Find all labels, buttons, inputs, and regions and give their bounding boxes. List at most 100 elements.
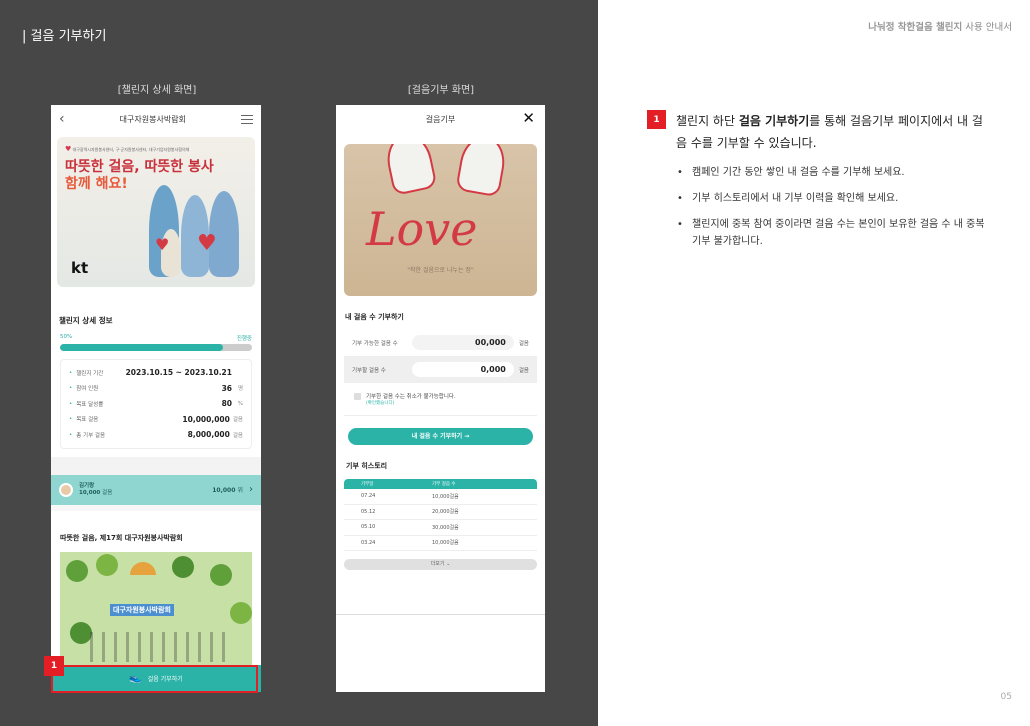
confirm-checkbox-row[interactable]: 기부한 걸음 수는 취소가 불가능합니다. (확인했습니다) [344,383,537,416]
bullet-dot-icon: • [69,400,73,407]
brand-bold: 나눠정 착한걸음 챌린지 [868,22,963,33]
info-value: 8,000,000 [187,430,230,440]
image-caption: "착한 걸음으로 나누는 정" [407,267,474,274]
section-divider [51,504,261,511]
guide-bullets: 캠페인 기간 동안 쌓인 내 걸음 수를 기부해 보세요. 기부 히스토리에서 … [677,164,987,259]
donate-section-title: 내 걸음 수 기부하기 [345,313,404,321]
info-row: • 참여 인원 36 명 [69,381,243,397]
available-steps-value: 00,000 [412,335,514,350]
available-steps-row: 기부 가능한 걸음 수 00,000 걸음 [344,329,537,356]
progress-fill [60,344,224,351]
donate-input-unit: 걸음 [518,367,529,374]
table-row: 05.10 30,000걸음 [344,520,537,536]
info-row: • 총 기부 걸음 8,000,000 걸음 [69,427,243,443]
history-col-date: 기부일 [361,482,374,487]
info-label: 참여 인원 [76,386,99,393]
banner-line2: 함께 해요! [65,176,128,192]
banner-org: ♥ 대구광역시자원봉사센터, 구·군자원봉사센터, 대구기업자원봉사협의체 [65,145,190,153]
page-number: 05 [1000,692,1012,702]
caption-donate: [걸음기부 화면] [407,85,475,96]
tree-illustration [70,621,92,644]
love-lace-illustration: Love [366,202,478,256]
more-button[interactable]: 더보기 ⌄ [344,559,537,570]
info-value: 80 [221,399,232,409]
progress-percent: 50% [60,334,73,340]
info-value: 36 [221,383,232,393]
caption-challenge: [챌린지 상세 화면] [117,85,197,96]
header-title: 대구자원봉사박람회 [119,114,186,124]
info-unit: 명 [237,386,243,393]
detail-section-title: 챌린지 상세 정보 [59,316,113,325]
list-item: 챌린지에 중복 참여 중이라면 걸음 수는 본인이 보유한 걸음 수 내 중복 … [677,216,987,250]
umbrella-icon [130,561,156,575]
info-unit: 걸음 [232,417,243,424]
info-row: • 챌린지 기간 2023.10.15 ~ 2023.10.21 [69,365,243,381]
guide-bold-text: 걸음 기부하기 [738,114,810,128]
info-value: 2023.10.15 ~ 2023.10.21 [125,368,232,378]
bullet-dot-icon: • [69,431,73,438]
donate-my-steps-button[interactable]: 내 걸음 수 기부하기 → [348,428,533,445]
challenge-detail-screen: ‹ 대구자원봉사박람회 ♥ 대구광역시자원봉사센터, 구·군자원봉사센터, 대구… [51,105,261,692]
heart-prop-icon: ♥ [197,231,217,256]
history-header: 기부일 기부 걸음 수 [344,479,537,489]
people-illustration [90,631,230,662]
avatar [59,482,73,497]
back-chevron-icon[interactable]: ‹ [59,111,65,127]
list-item: 캠페인 기간 동안 쌓인 내 걸음 수를 기부해 보세요. [677,164,987,181]
user-info: 김기랑 10,000 걸음 [79,483,212,497]
chevron-right-icon: › [249,484,253,495]
app-header: 걸음기부 ✕ [336,105,545,133]
section-divider [51,456,261,475]
history-table: 기부일 기부 걸음 수 07.24 10,000걸음 05.12 20,000걸음 … [344,479,537,551]
confirm-checkbox[interactable] [354,393,361,400]
history-col-steps: 기부 걸음 수 [432,482,456,487]
user-rank-bar[interactable]: 김기랑 10,000 걸음 10,000 위 › [51,474,261,505]
available-label: 기부 가능한 걸음 수 [352,340,398,347]
page-title: | 걸음 기부하기 [22,29,107,44]
notice-sub: (확인했습니다) [366,401,395,406]
progress-labels: 50% 진행중 [60,334,252,342]
table-row: 05.12 20,000걸음 [344,505,537,520]
divider [336,614,545,615]
poster-title: 대구자원봉사박람회 [110,603,174,616]
notice-text-block: 기부한 걸음 수는 취소가 불가능합니다. (확인했습니다) [366,392,456,406]
info-row: • 목표 달성률 80% [69,396,243,412]
close-icon[interactable]: ✕ [522,109,535,127]
user-rank: 10,000 위 [212,487,243,494]
donate-form: 기부 가능한 걸음 수 00,000 걸음 기부할 걸음 수 0,000 걸음 … [344,329,537,416]
marker-badge: 1 [647,110,666,129]
donate-steps-input[interactable]: 0,000 [412,362,514,377]
info-label: 챌린지 기간 [76,370,104,377]
user-name: 김기랑 [79,482,95,489]
table-row: 07.24 10,000걸음 [344,489,537,505]
heart-prop-icon: ♥ [155,235,170,254]
info-box: • 챌린지 기간 2023.10.15 ~ 2023.10.21 • 참여 인원 36 명… [60,359,252,449]
event-poster: 대구자원봉사박람회 [60,551,252,670]
highlight-box [51,665,258,693]
user-steps-unit: 걸음 [102,489,113,496]
guide-main-text: 챌린지 하단 걸음 기부하기를 통해 걸음기부 페이지에서 내 걸음 수를 기부… [676,114,983,150]
app-header: ‹ 대구자원봉사박람회 [51,105,261,133]
kt-logo: kt [71,259,89,277]
step-donation-screen: 걸음기부 ✕ Love "착한 걸음으로 나누는 정" 내 걸음 수 기부하기 … [336,105,545,692]
sneaker-illustration [455,144,509,198]
tree-illustration [210,563,232,586]
menu-icon[interactable] [240,114,253,124]
notice-text: 기부한 걸음 수는 취소가 불가능합니다. [366,394,456,400]
progress-bar [60,344,252,351]
info-value: 10,000,000 [182,414,230,424]
table-row: 03.24 10,000걸음 [344,536,537,551]
love-image: Love "착한 걸음으로 나누는 정" [344,144,537,296]
info-label: 목표 걸음 [76,417,99,424]
info-unit: % [237,400,243,407]
donate-steps-row: 기부할 걸음 수 0,000 걸음 [344,356,537,383]
available-unit: 걸음 [518,340,529,347]
info-unit: 걸음 [232,432,243,439]
tree-illustration [172,555,194,578]
banner-line1: 따뜻한 걸음, 따뜻한 봉사 [65,159,214,175]
progress-status: 진행중 [236,336,252,342]
marker-badge: 1 [44,656,64,676]
info-label: 목표 달성률 [76,401,104,408]
heart-icon: ♥ [65,145,72,153]
tree-illustration [96,553,118,576]
